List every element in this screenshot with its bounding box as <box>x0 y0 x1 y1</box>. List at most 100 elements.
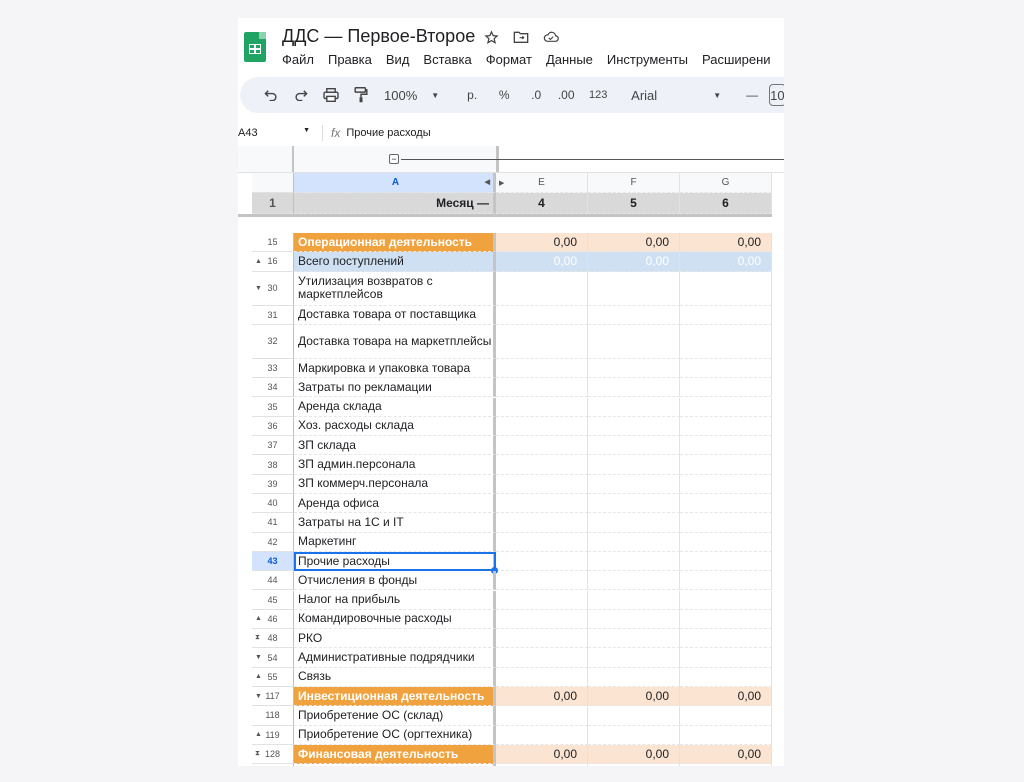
undo-icon[interactable] <box>260 83 282 107</box>
value-cell[interactable] <box>680 667 772 687</box>
menu-view[interactable]: Вид <box>386 52 410 67</box>
star-icon[interactable] <box>483 29 499 45</box>
select-all-corner[interactable] <box>252 173 294 193</box>
label-cell[interactable]: Всего поступлений <box>294 252 496 272</box>
label-cell[interactable]: Приобретение ОС (оргтехника) <box>294 725 496 745</box>
value-cell[interactable] <box>588 667 680 687</box>
row-header[interactable]: 32 <box>252 324 294 359</box>
value-cell[interactable] <box>588 590 680 610</box>
value-cell[interactable] <box>588 513 680 533</box>
number-format-button[interactable]: 123 <box>587 83 609 107</box>
value-cell[interactable] <box>588 609 680 630</box>
value-cell[interactable] <box>588 397 680 417</box>
value-cell[interactable] <box>588 706 680 726</box>
value-cell[interactable] <box>680 513 772 533</box>
value-cell[interactable] <box>496 358 588 379</box>
month-value-cell[interactable]: 5 <box>588 193 680 214</box>
label-cell[interactable]: Доставка товара на маркетплейсы <box>294 324 496 359</box>
row-header[interactable]: 45 <box>252 590 294 610</box>
value-cell[interactable] <box>680 455 772 475</box>
value-cell[interactable] <box>588 474 680 494</box>
value-cell[interactable] <box>496 416 588 437</box>
row-group-toggle-icon[interactable]: ⧗ <box>255 634 260 642</box>
label-cell[interactable]: Инвестиционная деятельность <box>294 687 496 707</box>
row-header[interactable]: ▲ 119 <box>252 725 294 745</box>
label-cell[interactable]: Связь <box>294 667 496 687</box>
label-cell[interactable]: Налог на прибыль <box>294 590 496 610</box>
row-header[interactable]: ▲ 46 <box>252 609 294 630</box>
value-cell[interactable] <box>680 706 772 726</box>
currency-format-button[interactable]: р. <box>461 83 483 107</box>
value-cell[interactable] <box>496 667 588 687</box>
decrease-decimal-button[interactable]: .0 <box>525 83 547 107</box>
value-cell[interactable]: 0,00 <box>588 687 680 707</box>
value-cell[interactable] <box>496 532 588 552</box>
row-group-toggle-icon[interactable]: ▲ <box>255 731 262 738</box>
value-cell[interactable] <box>588 494 680 514</box>
value-cell[interactable] <box>496 397 588 417</box>
paint-format-icon[interactable] <box>350 83 372 107</box>
value-cell[interactable] <box>496 706 588 726</box>
value-cell[interactable] <box>588 455 680 475</box>
row-header[interactable]: 15 <box>252 233 294 253</box>
value-cell[interactable] <box>588 629 680 649</box>
value-cell[interactable] <box>588 271 680 306</box>
row-header[interactable]: 42 <box>252 532 294 552</box>
menu-tools[interactable]: Инструменты <box>607 52 688 67</box>
value-cell[interactable]: 0,00 <box>588 233 680 253</box>
collapse-group-icon[interactable]: − <box>389 154 399 164</box>
label-cell[interactable]: Отчисления в фонды <box>294 571 496 591</box>
value-cell[interactable] <box>496 725 588 745</box>
row-group-toggle-icon[interactable]: ▲ <box>255 615 262 622</box>
value-cell[interactable] <box>680 324 772 359</box>
formula-input[interactable]: Прочие расходы <box>346 127 430 139</box>
value-cell[interactable]: 0,00 <box>496 687 588 707</box>
value-cell[interactable] <box>588 416 680 437</box>
row-header[interactable]: ▼ 30 <box>252 271 294 306</box>
value-cell[interactable] <box>680 590 772 610</box>
value-cell[interactable] <box>496 494 588 514</box>
row-header[interactable]: ▲ 55 <box>252 667 294 687</box>
label-cell[interactable]: Хоз. расходы склада <box>294 416 496 437</box>
value-cell[interactable] <box>588 324 680 359</box>
document-title[interactable]: ДДС — Первое-Второе <box>282 26 475 47</box>
value-cell[interactable]: 0,00 <box>680 687 772 707</box>
value-cell[interactable] <box>496 271 588 306</box>
value-cell[interactable] <box>680 494 772 514</box>
label-cell[interactable]: Командировочные расходы <box>294 609 496 630</box>
label-cell[interactable]: Прочие доходы <box>294 764 496 766</box>
increase-decimal-button[interactable]: .00 <box>555 83 577 107</box>
value-cell[interactable] <box>496 378 588 398</box>
value-cell[interactable]: 0,00 <box>496 744 588 765</box>
row-header[interactable]: 37 <box>252 436 294 456</box>
name-box[interactable]: A43 ▼ <box>238 127 316 139</box>
row-header[interactable]: 38 <box>252 455 294 475</box>
row-header[interactable]: ⧗ 128 <box>252 744 294 765</box>
label-cell[interactable]: Маркировка и упаковка товара <box>294 358 496 379</box>
month-label-cell[interactable]: Месяц — <box>294 193 496 214</box>
value-cell[interactable] <box>588 436 680 456</box>
cloud-status-icon[interactable] <box>543 29 559 45</box>
label-cell[interactable]: Операционная деятельность <box>294 233 496 253</box>
value-cell[interactable] <box>496 609 588 630</box>
row-header[interactable]: 41 <box>252 513 294 533</box>
decrease-font-size-button[interactable]: — <box>741 83 763 107</box>
value-cell[interactable] <box>680 416 772 437</box>
label-cell[interactable]: РКО <box>294 629 496 649</box>
row-group-toggle-icon[interactable]: ▲ <box>255 673 262 680</box>
percent-format-button[interactable]: % <box>493 83 515 107</box>
value-cell[interactable] <box>680 397 772 417</box>
row-header[interactable]: ⧗ 48 <box>252 629 294 649</box>
row-header[interactable]: ▲ 16 <box>252 252 294 272</box>
row-header[interactable]: 44 <box>252 571 294 591</box>
month-value-cell[interactable]: 6 <box>680 193 772 214</box>
menu-data[interactable]: Данные <box>546 52 593 67</box>
row-header[interactable]: ▼ 117 <box>252 687 294 707</box>
value-cell[interactable] <box>588 571 680 591</box>
label-cell[interactable]: Маркетинг <box>294 532 496 552</box>
value-cell[interactable] <box>680 358 772 379</box>
value-cell[interactable] <box>588 532 680 552</box>
row-header[interactable]: 1 <box>252 193 294 214</box>
value-cell[interactable] <box>496 764 588 766</box>
label-cell[interactable]: Затраты на 1С и IT <box>294 513 496 533</box>
